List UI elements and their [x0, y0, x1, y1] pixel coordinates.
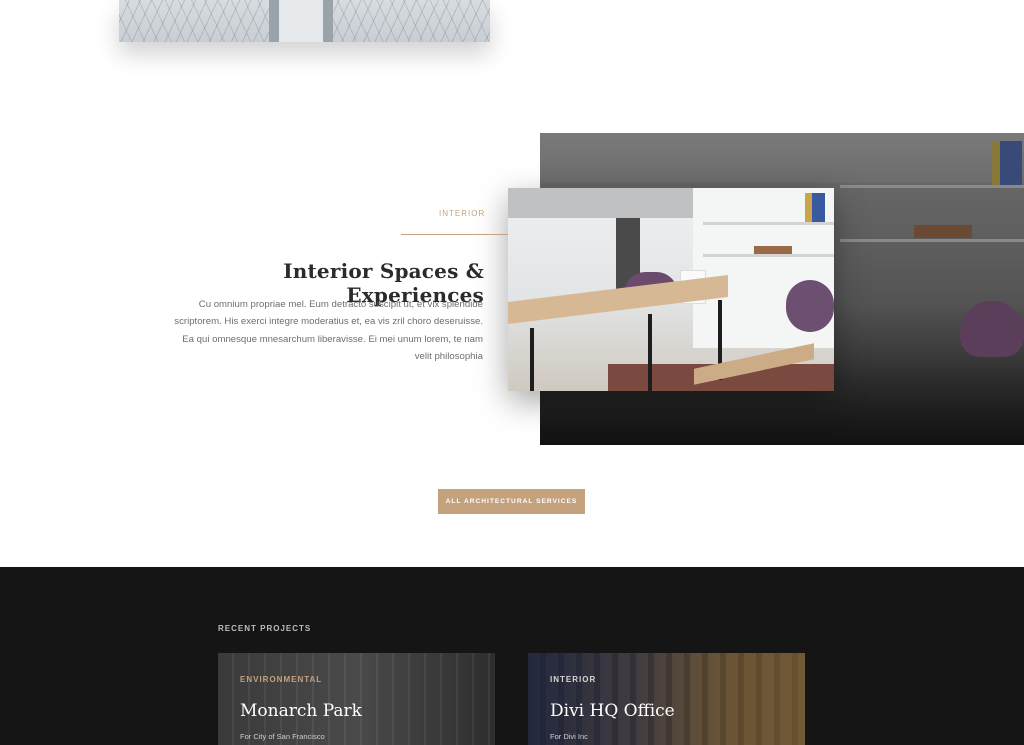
bridge-pylon [269, 0, 333, 42]
project-card-divi-hq-office[interactable]: INTERIOR Divi HQ Office For Divi Inc [528, 653, 805, 745]
project-card-monarch-park[interactable]: ENVIRONMENTAL Monarch Park For City of S… [218, 653, 495, 745]
tag-divider [401, 234, 508, 235]
project-client: For City of San Francisco [240, 732, 325, 741]
project-name: Monarch Park [240, 701, 362, 721]
project-category: ENVIRONMENTAL [240, 675, 323, 684]
interior-tag: INTERIOR [439, 209, 486, 218]
project-name: Divi HQ Office [550, 701, 675, 721]
interior-description-line: velit philosophia [414, 351, 483, 363]
project-category: INTERIOR [550, 675, 597, 684]
all-architectural-services-button[interactable]: ALL ARCHITECTURAL SERVICES [438, 489, 585, 514]
interior-foreground-image [508, 188, 834, 391]
interior-description-line: scriptorem. His exerci integre moderatiu… [174, 316, 483, 328]
bridge-image [119, 0, 490, 42]
interior-description-line: Cu omnium propriae mel. Eum detracto sus… [198, 299, 483, 310]
recent-projects-section: RECENT PROJECTS ENVIRONMENTAL Monarch Pa… [0, 567, 1024, 745]
interior-description: Cu omnium propriae mel. Eum detracto sus… [150, 296, 483, 366]
recent-projects-heading: RECENT PROJECTS [218, 624, 312, 633]
project-client: For Divi Inc [550, 732, 588, 741]
interior-description-line: Ea qui omnesque mnesarchum liberavisse. … [182, 333, 483, 345]
